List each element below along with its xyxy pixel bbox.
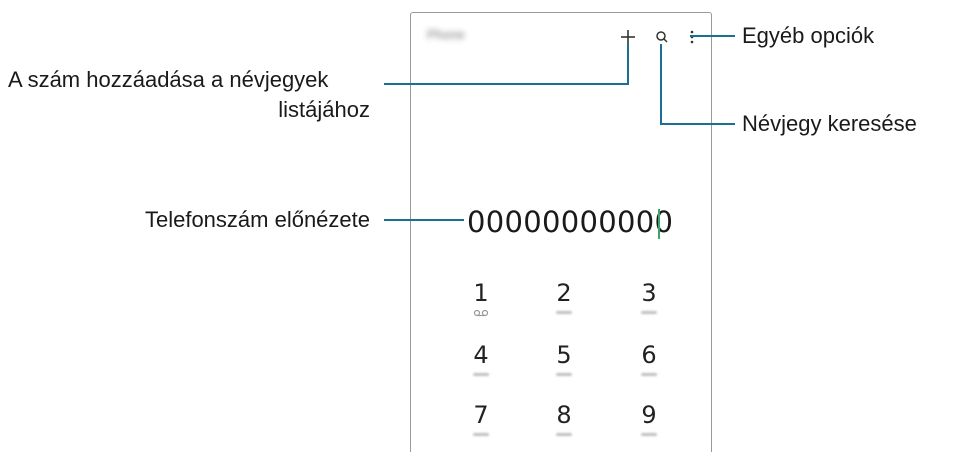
keypad-key-8[interactable]: 8 (544, 401, 584, 436)
leader-line-search-h (660, 123, 735, 125)
key-digit: 6 (641, 341, 657, 369)
keypad-key-4[interactable]: 4 (461, 341, 501, 376)
key-letters-blurred (473, 433, 489, 436)
phone-screen: Phone 00000000000 1 2 3 4 5 6 7 8 9 (410, 12, 712, 452)
leader-line-add-contact-v (627, 44, 629, 85)
key-letters-blurred (556, 373, 572, 376)
key-letters-blurred (641, 311, 657, 314)
keypad-key-5[interactable]: 5 (544, 341, 584, 376)
keypad-key-7[interactable]: 7 (461, 401, 501, 436)
label-more-options: Egyéb opciók (742, 23, 875, 48)
leader-line-search-v (660, 44, 662, 125)
app-title: Phone (427, 27, 465, 42)
search-icon[interactable] (654, 27, 670, 47)
label-add-contact-line2: listájához (278, 97, 370, 122)
leader-line-number-preview (384, 219, 464, 221)
key-digit: 7 (473, 401, 489, 429)
keypad-key-6[interactable]: 6 (629, 341, 669, 376)
leader-line-more-options (690, 35, 735, 37)
leader-line-add-contact-h (384, 83, 628, 85)
key-digit: 8 (556, 401, 572, 429)
label-number-preview: Telefonszám előnézete (144, 207, 370, 232)
key-digit: 9 (641, 401, 657, 429)
phone-number-preview[interactable]: 00000000000 (467, 205, 673, 239)
key-digit: 4 (473, 341, 489, 369)
label-search-contact: Névjegy keresése (742, 111, 917, 136)
key-letters-blurred (641, 373, 657, 376)
keypad-key-1[interactable]: 1 (461, 279, 501, 317)
label-add-contact-line1: A szám hozzáadása a névjegyek (8, 67, 329, 92)
more-options-icon[interactable] (684, 27, 700, 47)
text-caret (658, 209, 660, 239)
key-letters-blurred (641, 433, 657, 436)
voicemail-icon (473, 309, 489, 317)
keypad-key-3[interactable]: 3 (629, 279, 669, 314)
key-digit: 2 (556, 279, 572, 307)
keypad-key-2[interactable]: 2 (544, 279, 584, 314)
key-letters-blurred (556, 433, 572, 436)
key-letters-blurred (556, 311, 572, 314)
keypad-key-9[interactable]: 9 (629, 401, 669, 436)
key-letters-blurred (473, 373, 489, 376)
key-digit: 5 (556, 341, 572, 369)
key-digit: 1 (473, 279, 489, 307)
key-digit: 3 (641, 279, 657, 307)
